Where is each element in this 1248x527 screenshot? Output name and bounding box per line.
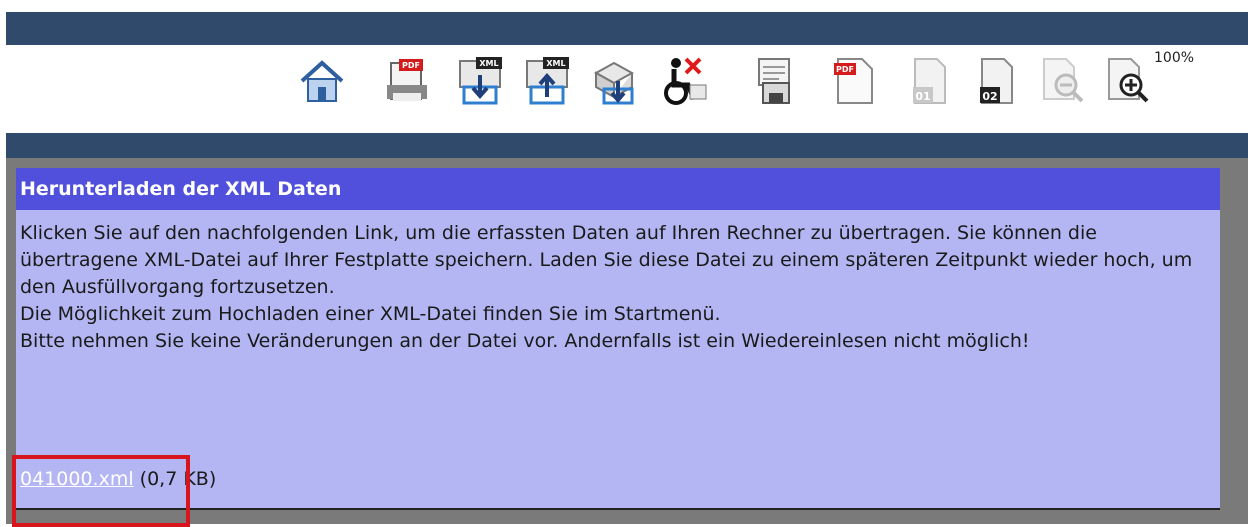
zoom-in-icon[interactable] [1101,55,1153,107]
xml-badge: XML [479,59,498,68]
pdf-badge: PDF [836,65,854,74]
page-badge: 02 [982,90,997,103]
pdf-badge: PDF [402,61,420,70]
zoom-level-label: 100% [1154,50,1195,66]
save-document-icon[interactable] [749,55,801,107]
xml-upload-icon[interactable]: XML [521,55,573,107]
xml-download-panel: Herunterladen der XML Daten Klicken Sie … [16,168,1220,510]
instruction-paragraph-1: Klicken Sie auf den nachfolgenden Link, … [20,222,1193,298]
panel-title: Herunterladen der XML Daten [16,168,1220,210]
highlight-box [12,455,190,527]
page-02-icon[interactable]: 02 [970,55,1022,107]
pdf-print-icon[interactable]: PDF [383,55,435,107]
panel-body: Klicken Sie auf den nachfolgenden Link, … [16,210,1220,355]
accessibility-off-icon[interactable] [656,55,708,107]
pdf-document-icon[interactable]: PDF [828,55,880,107]
instruction-paragraph-3: Bitte nehmen Sie keine Veränderungen an … [20,330,1030,352]
xml-download-icon[interactable]: XML [454,55,506,107]
instruction-paragraph-2: Die Möglichkeit zum Hochladen einer XML-… [20,303,721,325]
page-badge: 01 [915,90,930,103]
zoom-out-icon[interactable] [1036,55,1088,107]
secondary-header-bar [6,133,1248,158]
xml-badge: XML [546,59,565,68]
top-header-bar [6,12,1248,45]
toolbar: PDF XML XML PDF 01 02 100% [6,45,1248,133]
page-01-icon[interactable]: 01 [903,55,955,107]
package-download-icon[interactable] [588,55,640,107]
home-icon[interactable] [296,55,348,107]
